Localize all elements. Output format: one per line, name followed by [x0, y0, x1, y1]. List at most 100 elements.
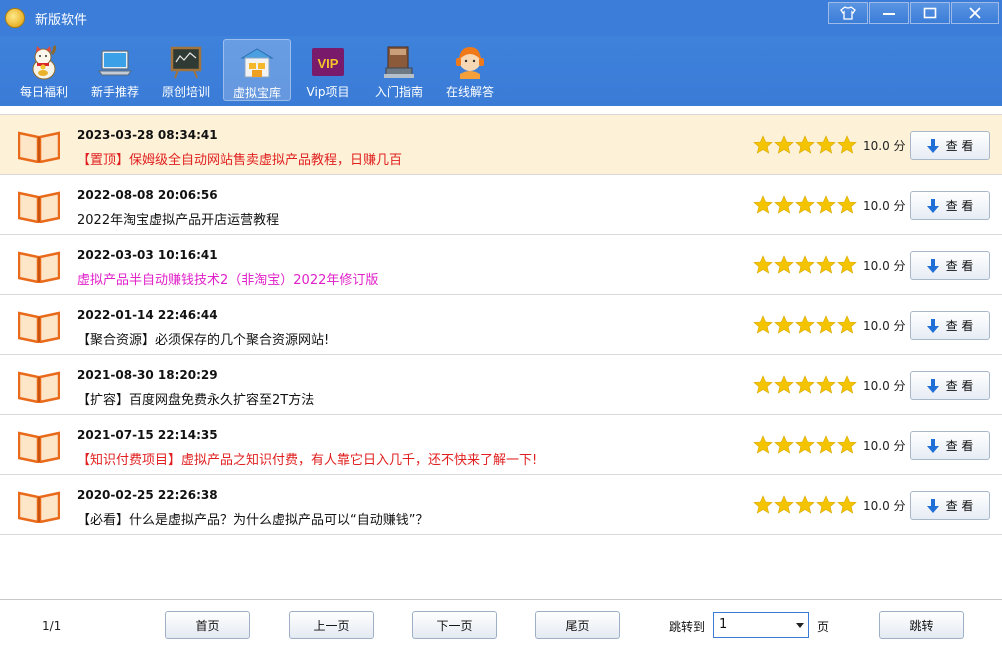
- rating-stars: [753, 255, 858, 275]
- item-title[interactable]: 2022年淘宝虚拟产品开店运营教程: [77, 209, 279, 228]
- window-controls: [827, 2, 999, 24]
- list-item[interactable]: 2022-08-08 20:06:56 2022年淘宝虚拟产品开店运营教程 10.0…: [0, 175, 1002, 235]
- list-item[interactable]: 2021-07-15 22:14:35 【知识付费项目】虚拟产品之知识付费，有人靠…: [0, 415, 1002, 475]
- star-icon: [837, 195, 857, 214]
- item-date: 2021-08-30 18:20:29: [77, 368, 218, 382]
- next-page-button[interactable]: 下一页: [412, 611, 497, 639]
- rating-stars: [753, 435, 858, 455]
- item-title[interactable]: 【必看】什么是虚拟产品？为什么虚拟产品可以“自动赚钱”？: [77, 509, 428, 528]
- tool-getting-started[interactable]: 入门指南: [365, 39, 433, 101]
- view-button[interactable]: 查 看: [910, 311, 990, 340]
- item-score: 10.0 分: [863, 199, 906, 213]
- item-title[interactable]: 【置顶】保姆级全自动网站售卖虚拟产品教程，日赚几百: [77, 149, 402, 168]
- pagination-bar: 1/1 首页 上一页 下一页 尾页 跳转到 1 页 跳转: [0, 599, 1002, 649]
- page-select-value: 1: [719, 617, 728, 632]
- close-button[interactable]: [951, 2, 999, 24]
- book-icon: [18, 431, 60, 463]
- view-button-label: 查 看: [945, 499, 974, 513]
- download-icon: [926, 258, 939, 273]
- view-button-label: 查 看: [945, 379, 974, 393]
- list-item[interactable]: 2022-03-03 10:16:41 虚拟产品半自动赚钱技术2（非淘宝）2022…: [0, 235, 1002, 295]
- main-toolbar: 每日福利 新手推荐 原创培训 虚拟宝库 VIP Vip项目 入门指南 在线解答: [0, 36, 1002, 106]
- page-unit-label: 页: [817, 620, 830, 634]
- item-title[interactable]: 【聚合资源】必须保存的几个聚合资源网站!: [77, 329, 329, 348]
- item-title[interactable]: 【知识付费项目】虚拟产品之知识付费，有人靠它日入几千，还不快来了解一下!: [77, 449, 537, 468]
- list-item[interactable]: 2021-08-30 18:20:29 【扩容】百度网盘免费永久扩容至2T方法 10…: [0, 355, 1002, 415]
- star-icon: [753, 195, 773, 214]
- page-select[interactable]: 1: [713, 612, 809, 638]
- treasure-house-icon: [240, 48, 274, 78]
- item-date: 2023-03-28 08:34:41: [77, 128, 218, 142]
- item-score: 10.0 分: [863, 499, 906, 513]
- rating-stars: [753, 315, 858, 335]
- rating-stars: [753, 135, 858, 155]
- list-item[interactable]: 2023-03-28 08:34:41 【置顶】保姆级全自动网站售卖虚拟产品教程，…: [0, 115, 1002, 175]
- maximize-button[interactable]: [910, 2, 950, 24]
- tool-label: 入门指南: [374, 85, 423, 99]
- item-title[interactable]: 【扩容】百度网盘免费永久扩容至2T方法: [77, 389, 314, 408]
- prev-page-button[interactable]: 上一页: [289, 611, 374, 639]
- title-bar[interactable]: 新版软件: [0, 0, 1002, 36]
- tool-online-answers[interactable]: 在线解答: [436, 39, 504, 101]
- minimize-icon: [883, 13, 895, 15]
- last-page-button[interactable]: 尾页: [535, 611, 620, 639]
- skin-button[interactable]: [828, 2, 868, 24]
- window-title: 新版软件: [35, 13, 88, 28]
- item-score: 10.0 分: [863, 139, 906, 153]
- view-button[interactable]: 查 看: [910, 491, 990, 520]
- star-icon: [774, 315, 794, 334]
- item-score: 10.0 分: [863, 439, 906, 453]
- view-button[interactable]: 查 看: [910, 371, 990, 400]
- blackboard-icon: [170, 46, 202, 79]
- article-list: 2023-03-28 08:34:41 【置顶】保姆级全自动网站售卖虚拟产品教程，…: [0, 114, 1002, 599]
- rating-stars: [753, 195, 858, 215]
- dropdown-arrow-icon[interactable]: [796, 623, 804, 628]
- star-icon: [837, 135, 857, 154]
- first-page-button[interactable]: 首页: [165, 611, 250, 639]
- view-button[interactable]: 查 看: [910, 191, 990, 220]
- view-button-label: 查 看: [945, 319, 974, 333]
- maximize-icon: [923, 7, 937, 19]
- tool-vip-project[interactable]: VIP Vip项目: [294, 39, 362, 101]
- tool-virtual-treasury[interactable]: 虚拟宝库: [223, 39, 291, 101]
- star-icon: [753, 435, 773, 454]
- jump-label: 跳转到: [669, 620, 706, 634]
- star-icon: [837, 375, 857, 394]
- star-icon: [774, 135, 794, 154]
- item-title[interactable]: 虚拟产品半自动赚钱技术2（非淘宝）2022年修订版: [77, 269, 378, 288]
- tool-daily-welfare[interactable]: 每日福利: [10, 39, 78, 101]
- book-icon: [18, 131, 60, 163]
- view-button[interactable]: 查 看: [910, 251, 990, 280]
- jump-button[interactable]: 跳转: [879, 611, 964, 639]
- star-icon: [837, 495, 857, 514]
- item-date: 2022-03-03 10:16:41: [77, 248, 218, 262]
- close-icon: [969, 7, 981, 19]
- laptop-icon: [98, 50, 132, 76]
- star-icon: [753, 255, 773, 274]
- books-icon: [384, 46, 414, 78]
- star-icon: [816, 375, 836, 394]
- list-item[interactable]: 2020-02-25 22:26:38 【必看】什么是虚拟产品？为什么虚拟产品可以…: [0, 475, 1002, 535]
- app-window: 新版软件 每日福利 新手推荐 原创培训 虚拟宝库 VIP Vip项目 入门指南 …: [0, 0, 1002, 649]
- view-button[interactable]: 查 看: [910, 431, 990, 460]
- list-item[interactable]: 2022-01-14 22:46:44 【聚合资源】必须保存的几个聚合资源网站! 1…: [0, 295, 1002, 355]
- star-icon: [816, 435, 836, 454]
- download-icon: [926, 318, 939, 333]
- star-icon: [795, 435, 815, 454]
- tool-beginner-recommend[interactable]: 新手推荐: [81, 39, 149, 101]
- star-icon: [816, 195, 836, 214]
- star-icon: [816, 315, 836, 334]
- shirt-icon: [840, 6, 856, 20]
- book-icon: [18, 491, 60, 523]
- view-button[interactable]: 查 看: [910, 131, 990, 160]
- download-icon: [926, 138, 939, 153]
- minimize-button[interactable]: [869, 2, 909, 24]
- star-icon: [753, 495, 773, 514]
- tool-original-training[interactable]: 原创培训: [152, 39, 220, 101]
- star-icon: [774, 435, 794, 454]
- star-icon: [795, 375, 815, 394]
- star-icon: [795, 495, 815, 514]
- book-icon: [18, 311, 60, 343]
- book-icon: [18, 191, 60, 223]
- item-score: 10.0 分: [863, 319, 906, 333]
